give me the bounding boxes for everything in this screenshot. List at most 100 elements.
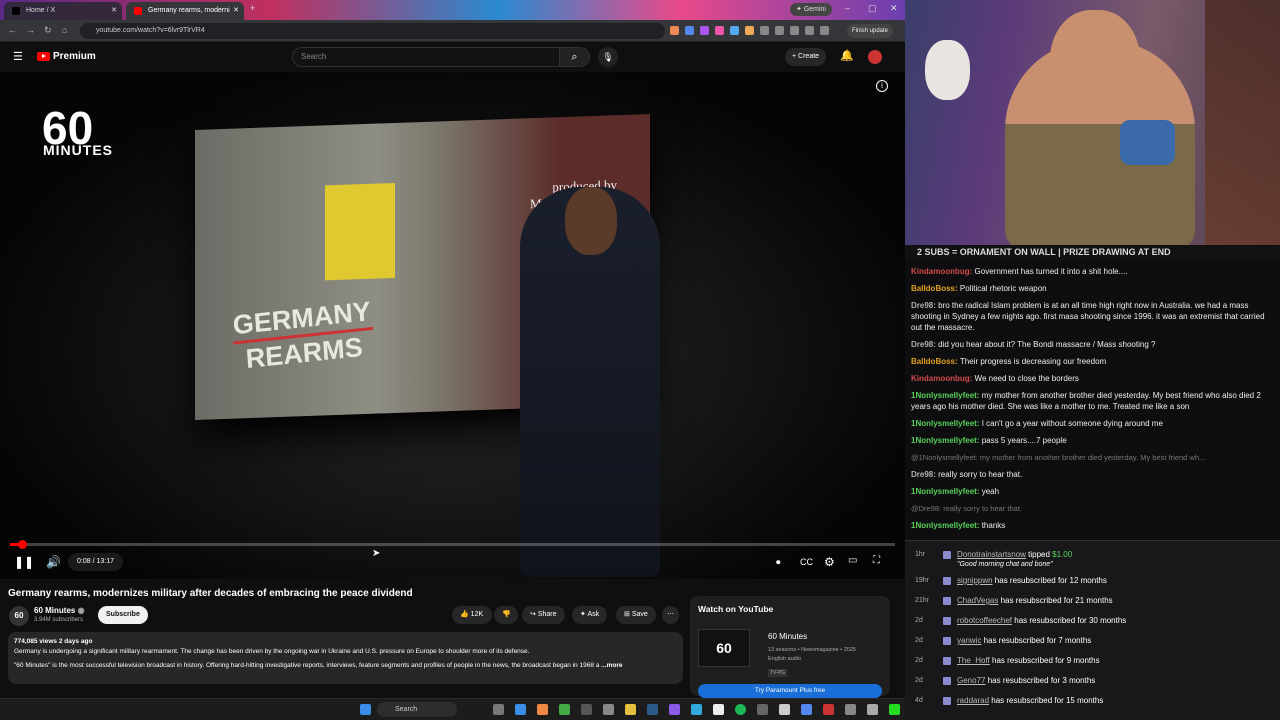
like-button[interactable]: 👍 12K: [452, 606, 492, 624]
channel-avatar[interactable]: 60: [9, 606, 29, 626]
theater-mode-icon[interactable]: ▭: [848, 555, 857, 566]
extension-icon[interactable]: [730, 26, 739, 35]
paramount-trial-button[interactable]: Try Paramount Plus free: [698, 684, 882, 698]
extension-icon[interactable]: [745, 26, 754, 35]
search-input[interactable]: Search: [292, 47, 560, 67]
app-icon[interactable]: [889, 704, 900, 715]
app-icon[interactable]: [713, 704, 724, 715]
extension-icon[interactable]: [790, 26, 799, 35]
settings-icon[interactable]: ⚙: [824, 555, 835, 569]
spotify-icon[interactable]: [735, 704, 746, 715]
chat-username[interactable]: Dre98:: [911, 340, 938, 349]
tab-youtube-video[interactable]: Germany rearms, moderni ✕: [126, 2, 244, 20]
app-icon[interactable]: [493, 704, 504, 715]
event-username[interactable]: robotcoffeechef: [957, 616, 1012, 625]
scrubber-handle[interactable]: [18, 540, 27, 549]
chat-text: yeah: [981, 487, 1000, 496]
app-icon[interactable]: [691, 704, 702, 715]
app-icon[interactable]: [867, 704, 878, 715]
fullscreen-icon[interactable]: ⛶: [873, 555, 880, 566]
more-link[interactable]: ...more: [601, 662, 622, 669]
event-username[interactable]: The_Hoff: [957, 656, 990, 665]
chat-username[interactable]: 1Nonlysmellyfeet:: [911, 391, 982, 400]
chat-username[interactable]: Kindamoonbug:: [911, 374, 975, 383]
show-name[interactable]: 60 Minutes: [768, 632, 807, 641]
share-button[interactable]: ↪ Share: [522, 606, 565, 624]
pause-icon[interactable]: ❚❚: [14, 555, 34, 569]
extension-icon[interactable]: [670, 26, 679, 35]
chat-username[interactable]: Dre98:: [911, 301, 938, 310]
app-icon[interactable]: [647, 704, 658, 715]
chat-username[interactable]: BalldoBoss:: [911, 357, 960, 366]
event-username[interactable]: Geno77: [957, 676, 985, 685]
info-icon[interactable]: i: [876, 80, 888, 92]
back-icon[interactable]: ←: [8, 25, 17, 35]
ask-button[interactable]: ✦ Ask: [572, 606, 608, 624]
chat-username[interactable]: Kindamoonbug:: [911, 267, 975, 276]
chat-username[interactable]: 1Nonlysmellyfeet:: [911, 419, 982, 428]
new-tab-button[interactable]: +: [250, 3, 255, 13]
captions-icon[interactable]: CC: [800, 557, 813, 567]
chat-username[interactable]: 1Nonlysmellyfeet:: [911, 521, 982, 530]
chat-username[interactable]: Dre98:: [911, 470, 938, 479]
event-username[interactable]: yanwic: [957, 636, 981, 645]
windows-start-icon[interactable]: [360, 704, 371, 715]
avatar[interactable]: [868, 50, 882, 64]
menu-icon[interactable]: ☰: [13, 50, 23, 63]
channel-name[interactable]: 60 Minutes ◉: [34, 606, 85, 615]
app-icon[interactable]: [669, 704, 680, 715]
create-button[interactable]: + Create: [785, 48, 827, 66]
event-username[interactable]: signippwn: [957, 576, 993, 585]
home-icon[interactable]: ⌂: [62, 25, 67, 35]
app-icon[interactable]: [603, 704, 614, 715]
autoplay-toggle[interactable]: ⏺: [776, 557, 781, 568]
reload-icon[interactable]: ↻: [44, 25, 52, 36]
show-thumbnail[interactable]: 60: [698, 629, 750, 667]
extension-icon[interactable]: [700, 26, 709, 35]
forward-icon[interactable]: →: [26, 25, 35, 35]
extension-icon[interactable]: [775, 26, 784, 35]
browser-icon[interactable]: [537, 704, 548, 715]
tab-home-x[interactable]: Home / X ✕: [4, 2, 122, 20]
volume-icon[interactable]: 🔊: [46, 555, 61, 569]
description-box[interactable]: 774,085 views 2 days ago Germany is unde…: [8, 632, 683, 684]
finish-update-button[interactable]: Finish update: [847, 24, 894, 38]
progress-bar[interactable]: [10, 540, 895, 549]
extension-icon[interactable]: [805, 26, 814, 35]
bell-icon[interactable]: 🔔: [840, 49, 854, 62]
taskbar-search[interactable]: Search: [377, 702, 457, 717]
youtube-logo[interactable]: Premium: [37, 51, 96, 62]
app-icon[interactable]: [779, 704, 790, 715]
app-icon[interactable]: [515, 704, 526, 715]
subscribe-button[interactable]: Subscribe: [98, 606, 148, 624]
chat-username[interactable]: 1Nonlysmellyfeet:: [911, 487, 982, 496]
video-player[interactable]: 60 MINUTES produced by Marc Lieberman GE…: [0, 72, 905, 579]
save-button[interactable]: ⊞ Save: [616, 606, 656, 624]
maximize-icon[interactable]: ▢: [868, 3, 877, 14]
app-icon[interactable]: [845, 704, 856, 715]
url-input[interactable]: youtube.com/watch?v=6lvr9TlrVR4: [80, 23, 665, 39]
extension-icon[interactable]: [820, 26, 829, 35]
dislike-button[interactable]: 👎: [494, 606, 518, 624]
close-window-icon[interactable]: ✕: [890, 3, 898, 14]
extension-icon[interactable]: [685, 26, 694, 35]
close-icon[interactable]: ✕: [233, 2, 239, 20]
chat-username[interactable]: BalldoBoss:: [911, 284, 960, 293]
chat-username[interactable]: 1Nonlysmellyfeet:: [911, 436, 982, 445]
close-icon[interactable]: ✕: [111, 2, 117, 20]
search-button[interactable]: ⌕: [560, 47, 590, 67]
extension-icon[interactable]: [760, 26, 769, 35]
app-icon[interactable]: [559, 704, 570, 715]
more-actions-button[interactable]: ⋯: [662, 606, 679, 624]
minimize-icon[interactable]: –: [845, 3, 850, 13]
event-username[interactable]: ChadVegas: [957, 596, 998, 605]
gemini-button[interactable]: ✦ Gemini: [790, 3, 832, 16]
app-icon[interactable]: [581, 704, 592, 715]
mic-icon[interactable]: 🎙: [598, 47, 618, 67]
event-username[interactable]: raddarad: [957, 696, 989, 705]
folder-icon[interactable]: [625, 704, 636, 715]
app-icon[interactable]: [801, 704, 812, 715]
extension-icon[interactable]: [715, 26, 724, 35]
app-icon[interactable]: [757, 704, 768, 715]
app-icon[interactable]: [823, 704, 834, 715]
